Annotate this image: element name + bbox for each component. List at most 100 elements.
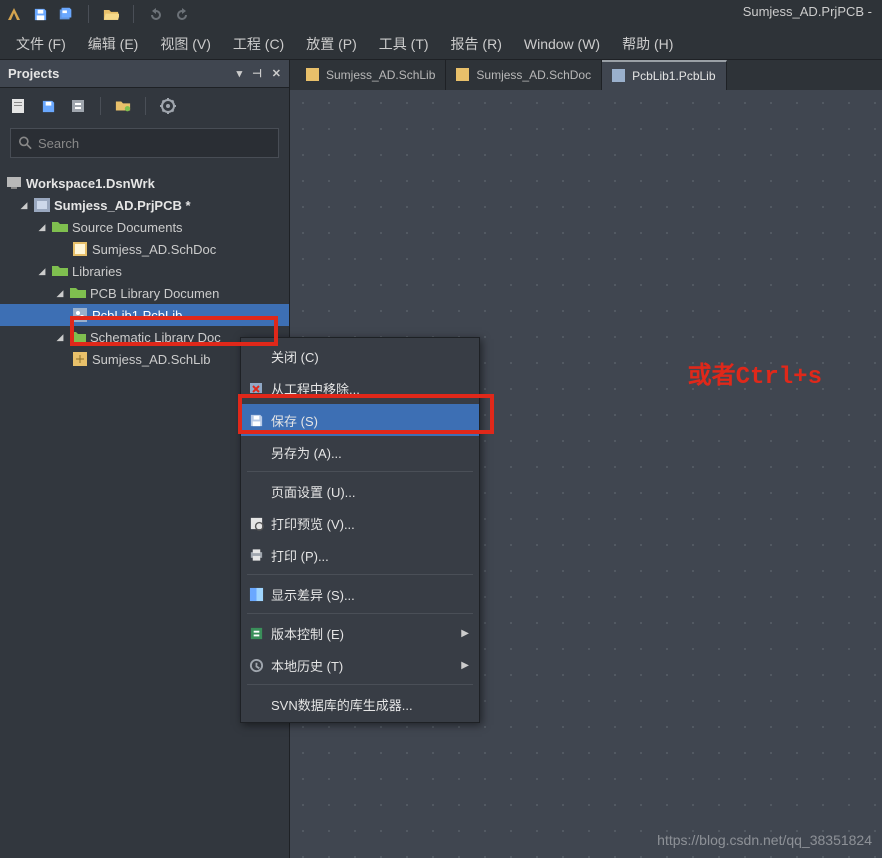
menu-separator	[247, 613, 473, 614]
submenu-arrow-icon: ▶	[461, 660, 469, 671]
tab-pcblib[interactable]: PcbLib1.PcbLib	[602, 60, 726, 90]
tab-schdoc[interactable]: Sumjess_AD.SchDoc	[446, 60, 602, 90]
ctx-show-diff[interactable]: 显示差异 (S)...	[241, 578, 479, 610]
app-title: Sumjess_AD.PrjPCB -	[743, 4, 872, 19]
document-tab-bar: Sumjess_AD.SchLib Sumjess_AD.SchDoc PcbL…	[290, 60, 882, 90]
ctx-page-setup[interactable]: 页面设置 (U)...	[241, 475, 479, 507]
collapse-icon[interactable]: ◢	[54, 287, 66, 299]
version-control-icon	[241, 626, 271, 641]
ctx-save[interactable]: 保存 (S)	[241, 404, 479, 436]
annotation-text: 或者Ctrl+s	[688, 355, 822, 391]
menu-tools[interactable]: 工具 (T)	[369, 30, 439, 58]
schematic-doc-icon	[72, 241, 88, 257]
ctx-label: 关闭 (C)	[271, 347, 479, 366]
folder-icon	[52, 263, 68, 279]
tree-source-documents[interactable]: ◢ Source Documents	[0, 216, 289, 238]
ctx-remove-from-project[interactable]: 从工程中移除...	[241, 372, 479, 404]
ctx-label: 显示差异 (S)...	[271, 585, 479, 604]
ctx-label: SVN数据库的库生成器...	[271, 695, 479, 714]
tab-label: PcbLib1.PcbLib	[632, 69, 715, 83]
tree-pcblib[interactable]: PcbLib1.PcbLib	[0, 304, 289, 326]
collapse-icon[interactable]: ◢	[18, 199, 30, 211]
watermark-text: https://blog.csdn.net/qq_38351824	[657, 832, 872, 848]
tab-label: Sumjess_AD.SchLib	[326, 68, 435, 82]
tree-label: Libraries	[72, 264, 122, 279]
app-logo-icon	[6, 6, 22, 22]
open-folder-icon[interactable]	[103, 6, 119, 22]
schlib-icon	[306, 68, 320, 82]
ctx-print[interactable]: 打印 (P)...	[241, 539, 479, 571]
tree-workspace[interactable]: Workspace1.DsnWrk	[0, 172, 289, 194]
panel-title: Projects	[8, 66, 59, 81]
panel-dropdown-icon[interactable]: ▾	[237, 67, 243, 80]
collapse-icon[interactable]: ◢	[36, 265, 48, 277]
ctx-local-history[interactable]: 本地历史 (T) ▶	[241, 649, 479, 681]
tree-label: Sumjess_AD.SchDoc	[92, 242, 216, 257]
panel-close-icon[interactable]: ✕	[272, 67, 281, 80]
menu-file[interactable]: 文件 (F)	[6, 30, 76, 58]
folder-icon	[52, 219, 68, 235]
tree-schdoc[interactable]: Sumjess_AD.SchDoc	[0, 238, 289, 260]
compile-icon[interactable]	[70, 98, 86, 114]
pcblib-icon	[72, 307, 88, 323]
ctx-label: 保存 (S)	[271, 411, 479, 430]
menu-report[interactable]: 报告 (R)	[441, 30, 512, 58]
tree-label: Schematic Library Doc	[90, 330, 221, 345]
save-icon[interactable]	[32, 6, 48, 22]
panel-pin-icon[interactable]: ⊣	[252, 67, 262, 80]
ctx-label: 本地历史 (T)	[271, 656, 461, 675]
tree-project[interactable]: ◢ Sumjess_AD.PrjPCB *	[0, 194, 289, 216]
schlib-icon	[72, 351, 88, 367]
ctx-version-control[interactable]: 版本控制 (E) ▶	[241, 617, 479, 649]
tree-label: PCB Library Documen	[90, 286, 219, 301]
collapse-icon[interactable]: ◢	[54, 331, 66, 343]
menu-separator	[247, 471, 473, 472]
project-options-icon[interactable]	[115, 98, 131, 114]
menu-view[interactable]: 视图 (V)	[150, 30, 221, 58]
ctx-label: 版本控制 (E)	[271, 624, 461, 643]
menu-separator	[247, 574, 473, 575]
folder-icon	[70, 285, 86, 301]
menu-help[interactable]: 帮助 (H)	[612, 30, 683, 58]
menu-place[interactable]: 放置 (P)	[296, 30, 367, 58]
collapse-icon[interactable]: ◢	[36, 221, 48, 233]
tab-label: Sumjess_AD.SchDoc	[476, 68, 591, 82]
menu-separator	[247, 684, 473, 685]
toolbar-separator	[145, 97, 146, 115]
redo-icon[interactable]	[174, 6, 190, 22]
toolbar-separator	[133, 5, 134, 23]
menu-window[interactable]: Window (W)	[514, 32, 610, 56]
tree-libraries[interactable]: ◢ Libraries	[0, 260, 289, 282]
remove-icon	[241, 381, 271, 395]
ctx-svn-library-generator[interactable]: SVN数据库的库生成器...	[241, 688, 479, 720]
search-input[interactable]	[38, 136, 270, 151]
tab-schlib[interactable]: Sumjess_AD.SchLib	[296, 60, 446, 90]
search-box[interactable]	[10, 128, 279, 158]
toolbar-separator	[100, 97, 101, 115]
settings-icon[interactable]	[160, 98, 176, 114]
undo-icon[interactable]	[148, 6, 164, 22]
ctx-save-as[interactable]: 另存为 (A)...	[241, 436, 479, 468]
tree-label: Workspace1.DsnWrk	[26, 176, 155, 191]
ctx-label: 另存为 (A)...	[271, 443, 479, 462]
tree-label: Sumjess_AD.SchLib	[92, 352, 211, 367]
toolbar-separator	[88, 5, 89, 23]
tree-pcb-library-documents[interactable]: ◢ PCB Library Documen	[0, 282, 289, 304]
save-all-icon[interactable]	[58, 6, 74, 22]
project-icon	[34, 197, 50, 213]
ctx-label: 从工程中移除...	[271, 379, 479, 398]
history-icon	[241, 658, 271, 673]
save-icon[interactable]	[40, 98, 56, 114]
context-menu: 关闭 (C) 从工程中移除... 保存 (S) 另存为 (A)... 页面设置 …	[240, 337, 480, 723]
new-doc-icon[interactable]	[10, 98, 26, 114]
search-icon	[19, 136, 32, 150]
ctx-close[interactable]: 关闭 (C)	[241, 340, 479, 372]
menu-project[interactable]: 工程 (C)	[223, 30, 294, 58]
workspace-icon	[6, 175, 22, 191]
save-icon	[241, 413, 271, 428]
print-preview-icon	[241, 516, 271, 531]
print-icon	[241, 548, 271, 562]
menu-edit[interactable]: 编辑 (E)	[78, 30, 149, 58]
ctx-print-preview[interactable]: 打印预览 (V)...	[241, 507, 479, 539]
ctx-label: 页面设置 (U)...	[271, 482, 479, 501]
